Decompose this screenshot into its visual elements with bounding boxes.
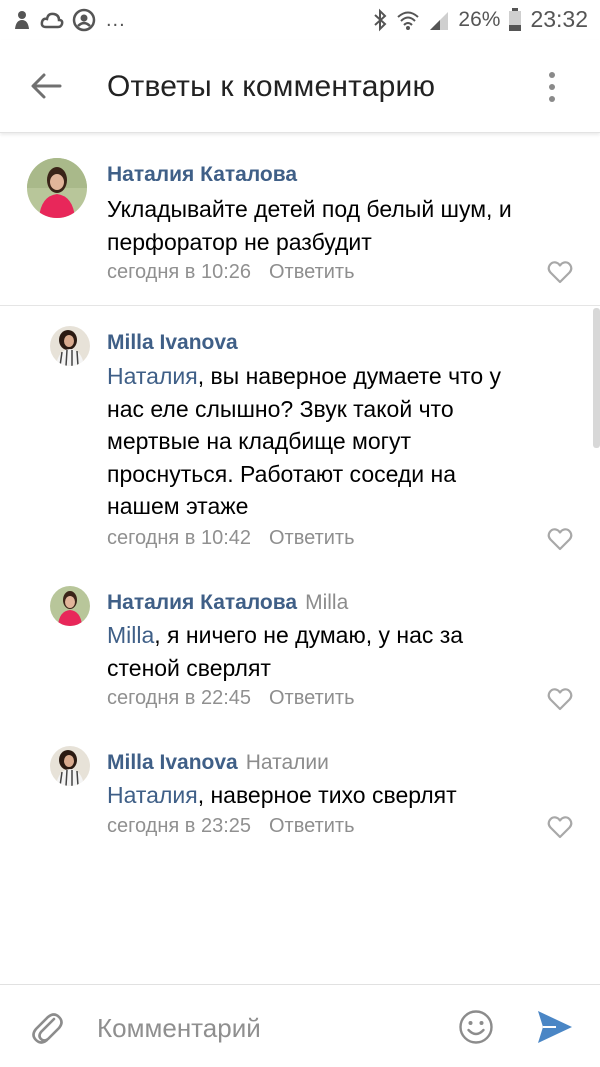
reply-to-label: Наталии [245, 751, 329, 774]
reply-comment: Наталия Каталова Milla Milla, я ничего не… [0, 566, 600, 726]
battery-icon [509, 7, 522, 31]
comment-time: сегодня в 10:26 [107, 261, 251, 283]
send-icon[interactable] [536, 1009, 574, 1045]
bluetooth-icon [374, 8, 387, 31]
notification-icon [15, 11, 29, 29]
comment-time: сегодня в 22:45 [107, 687, 251, 709]
mention-link[interactable]: Milla [107, 622, 154, 648]
comment-text: Укладывайте детей под белый шум, и перфо… [107, 196, 512, 255]
signal-icon [430, 11, 449, 30]
back-arrow-icon[interactable] [28, 68, 64, 104]
account-icon [72, 8, 96, 32]
emoji-icon[interactable] [458, 1009, 494, 1045]
root-comment: Наталия Каталова Укладывайте детей под б… [0, 132, 600, 305]
cloud-icon [40, 12, 64, 29]
battery-percent: 26% [458, 7, 501, 31]
comment-text: Milla, я ничего не думаю, у нас за стено… [107, 622, 464, 681]
heart-icon[interactable] [547, 527, 573, 551]
avatar[interactable] [50, 746, 90, 786]
avatar[interactable] [50, 586, 90, 626]
wifi-icon [397, 11, 420, 30]
reply-comment: Milla Ivanova Наталии Наталия, наверное т… [0, 726, 600, 856]
status-overflow: ... [106, 8, 126, 31]
attach-icon[interactable] [30, 1007, 64, 1047]
reply-button[interactable]: Ответить [269, 815, 355, 837]
comment-input-bar [0, 984, 600, 1067]
status-time: 23:32 [530, 6, 588, 32]
avatar[interactable] [27, 158, 87, 218]
reply-to-label: Milla [305, 591, 349, 614]
reply-button[interactable]: Ответить [269, 261, 355, 283]
reply-comment: Milla Ivanova Наталия, вы наверное думае… [0, 306, 600, 566]
heart-icon[interactable] [547, 260, 573, 284]
comment-text: Наталия, наверное тихо сверлят [107, 782, 457, 808]
mention-link[interactable]: Наталия [107, 782, 198, 808]
more-vert-icon[interactable] [542, 68, 562, 108]
comment-author[interactable]: Наталия Каталова [107, 163, 297, 186]
heart-icon[interactable] [547, 687, 573, 711]
reply-button[interactable]: Ответить [269, 687, 355, 709]
comment-author[interactable]: Milla Ivanova [107, 751, 238, 774]
reply-button[interactable]: Ответить [269, 527, 355, 549]
comment-time: сегодня в 10:42 [107, 527, 251, 549]
comment-author[interactable]: Наталия Каталова [107, 591, 297, 614]
comment-input[interactable] [95, 1007, 439, 1049]
status-bar: ... 26% 23:32 [0, 0, 600, 40]
comment-text: Наталия, вы наверное думаете что у нас е… [107, 363, 502, 519]
mention-link[interactable]: Наталия [107, 363, 198, 389]
app-bar: Ответы к комментарию [0, 40, 600, 133]
comment-time: сегодня в 23:25 [107, 815, 251, 837]
page-title: Ответы к комментарию [107, 70, 436, 103]
heart-icon[interactable] [547, 815, 573, 839]
avatar[interactable] [50, 326, 90, 366]
comment-author[interactable]: Milla Ivanova [107, 331, 238, 354]
